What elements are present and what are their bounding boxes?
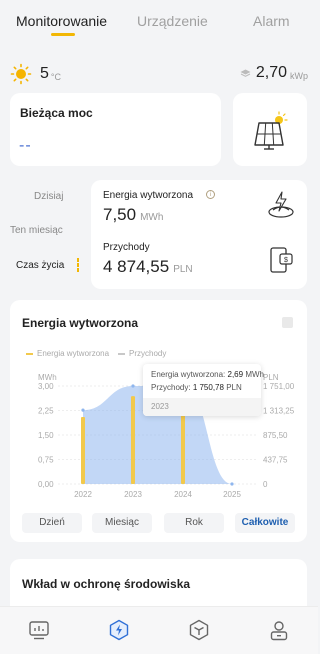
y-tick-label-right: 1 751,00 xyxy=(263,382,295,391)
environment-title: Wkład w ochronę środowiska xyxy=(22,577,191,591)
energy-chart: MWh PLN 0,00 0 0,75 437,75 1,50 875,50 2,25 1 3… xyxy=(38,373,295,499)
environment-card[interactable]: Wkład w ochronę środowiska xyxy=(10,559,307,609)
x-tick-label: 2022 xyxy=(74,490,92,499)
x-tick-label: 2025 xyxy=(223,490,241,499)
energy-bar xyxy=(81,417,85,484)
y-tick-label-left: 0,75 xyxy=(38,456,54,465)
x-tick-label: 2024 xyxy=(174,490,192,499)
y-tick-label-left: 0,00 xyxy=(38,480,54,489)
y-tick-label-left: 1,50 xyxy=(38,431,54,440)
chart-tooltip: Energia wytworzona: 2,69 MWh Przychody: … xyxy=(143,364,264,416)
energy-bar xyxy=(131,396,135,484)
range-day-button[interactable]: Dzień xyxy=(22,513,82,533)
y-axis-unit-right: PLN xyxy=(263,373,279,382)
x-tick-label: 2023 xyxy=(124,490,142,499)
tooltip-income: Przychody: 1 750,78 PLN xyxy=(151,383,242,392)
y-axis-unit-left: MWh xyxy=(38,373,57,382)
chart-nav-icon[interactable] xyxy=(28,619,50,641)
income-point xyxy=(230,482,234,486)
y-tick-label-right: 437,75 xyxy=(263,456,288,465)
device-nav-icon[interactable] xyxy=(188,619,210,641)
range-year-button[interactable]: Rok xyxy=(164,513,224,533)
tooltip-year: 2023 xyxy=(143,398,261,416)
bottom-nav xyxy=(0,606,318,654)
range-total-button[interactable]: Całkowite xyxy=(235,513,295,533)
y-tick-label-left: 3,00 xyxy=(38,382,54,391)
range-month-button[interactable]: Miesiąc xyxy=(92,513,152,533)
y-tick-label-right: 0 xyxy=(263,480,268,489)
income-point xyxy=(81,408,85,412)
y-tick-label-right: 875,50 xyxy=(263,431,288,440)
lightning-nav-icon[interactable] xyxy=(108,619,130,641)
y-tick-label-right: 1 313,25 xyxy=(263,407,295,416)
user-nav-icon[interactable] xyxy=(268,619,290,641)
y-tick-label-left: 2,25 xyxy=(38,407,54,416)
tooltip-energy: Energia wytworzona: 2,69 MWh xyxy=(151,370,264,379)
income-point xyxy=(131,384,135,388)
